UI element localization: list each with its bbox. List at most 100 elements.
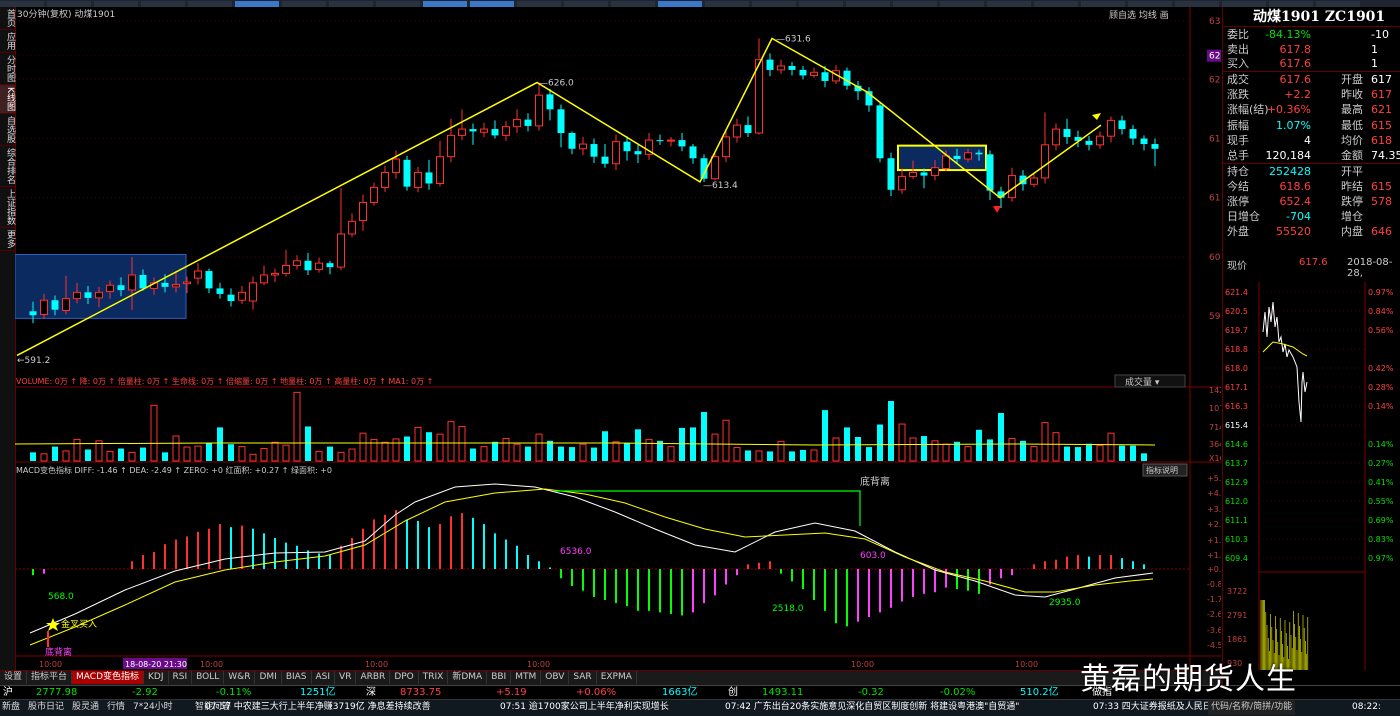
candle (601, 144, 609, 168)
news-menu-item[interactable]: 行情 (107, 700, 125, 715)
indicator-tab[interactable]: W&R (224, 671, 256, 684)
time-label: 18-08-20 21:30 (125, 660, 187, 669)
volume-bar (1130, 445, 1136, 461)
left-tab[interactable]: 综合排名 (0, 146, 15, 187)
sz-pct: +0.06% (576, 687, 617, 698)
code-search-input[interactable]: 代码/名称/简拼/功能 (1208, 700, 1296, 715)
candle (766, 53, 774, 77)
quote-value-2: 617 (1371, 88, 1392, 101)
quote-value-2: 646 (1371, 225, 1392, 238)
news-menu-item[interactable]: 7*24小时 (133, 700, 173, 715)
candle (788, 62, 796, 76)
volume-bar (832, 437, 840, 462)
news-headline[interactable]: 07:51 逾1700家公司上半年净利实现增长 (500, 700, 669, 715)
indicator-tab[interactable]: DMI (255, 671, 282, 684)
news-headline[interactable]: 07:57 中农建三大行上半年净赚3719亿 净息差持续改善 (205, 700, 431, 715)
volume-bar (381, 441, 389, 462)
candle (535, 82, 543, 131)
left-tab[interactable]: 分时图 (0, 53, 15, 85)
indicator-tab[interactable]: MACD变色指标 (72, 671, 145, 684)
candle-body (480, 128, 488, 133)
candle-body (546, 94, 554, 110)
candle-body (348, 220, 356, 235)
volume-bar (964, 446, 972, 462)
quote-row: 涨幅(结) +0.36% 最高 621 (1223, 102, 1400, 118)
left-tab[interactable]: 自选股 (0, 114, 15, 146)
quote-value-2: 615 (1371, 119, 1392, 132)
left-tab[interactable]: 更多 (0, 228, 15, 251)
indicator-tab[interactable]: RSI (169, 671, 193, 684)
volume-bar (458, 425, 466, 462)
volume-bar (844, 427, 850, 461)
candle-body (1107, 119, 1115, 137)
quote-row: 今结 618.6 昨结 615 (1223, 179, 1400, 195)
volume-bar (502, 437, 510, 462)
volume-bar (767, 451, 773, 461)
indicator-tab[interactable]: 新DMA (448, 671, 488, 684)
indicator-tab[interactable]: DPO (390, 671, 419, 684)
left-tab[interactable]: 应用 (0, 30, 15, 53)
indicator-tab[interactable]: EXPMA (597, 671, 637, 684)
indicator-tab[interactable]: SAR (569, 671, 597, 684)
indicator-tab[interactable]: BOLL (192, 671, 225, 684)
candle (568, 131, 576, 155)
volume-bar (745, 450, 751, 461)
candle (656, 134, 664, 145)
macd-tick: +1.92 (1207, 536, 1221, 545)
kline-chart-area: 30分钟(复权) 动煤1901 顾自选 均线 画 633.8 629.4 626.4 61… (15, 7, 1221, 670)
candle-body (161, 282, 169, 287)
news-menu-item[interactable]: 股市日记 (28, 700, 64, 715)
volume-bar (513, 443, 521, 462)
candle-body (579, 143, 587, 150)
candle (271, 268, 279, 283)
indicator-tab[interactable]: VR (335, 671, 357, 684)
macd-area-3: 2518.0 (772, 604, 804, 614)
mini-vol-tick: 1861 (1227, 635, 1247, 644)
macd-tick: +1.01 (1207, 551, 1221, 560)
quote-row: 现手 4 均价 618 (1223, 133, 1400, 149)
indicator-tab[interactable]: BIAS (282, 671, 312, 684)
candle-body (744, 125, 752, 134)
candle (348, 213, 356, 238)
sz-value: 8733.75 (400, 687, 442, 698)
sh-pct: -0.11% (216, 687, 252, 698)
news-menu-item[interactable]: 新盘 (2, 700, 20, 715)
left-tab[interactable]: 上证指数 (0, 187, 15, 228)
candle-body (315, 262, 323, 270)
quote-label: 涨幅(结) (1227, 103, 1269, 116)
quote-value-2: 578 (1371, 195, 1392, 208)
annotation-613: —613.4 (703, 181, 738, 191)
indicator-tab[interactable]: ARBR (356, 671, 391, 684)
left-tab[interactable]: K线图 (0, 85, 15, 114)
news-headline[interactable]: 07:42 广东出台20条实施意见深化自贸区制度创新 将建设粤港澳"自贸通" (725, 700, 1019, 715)
macd-tick: +4.72 (1207, 489, 1221, 498)
candle-body (425, 172, 433, 184)
indicator-tab[interactable]: ASI (312, 671, 336, 684)
candle (612, 134, 620, 171)
price-tick: 611.4 (1209, 194, 1221, 204)
candle-body (62, 298, 70, 311)
candle-body (986, 154, 994, 191)
volume-bar (1041, 422, 1049, 462)
macd-area-4: 2935.0 (1049, 598, 1081, 608)
indicator-tab[interactable]: OBV (541, 671, 570, 684)
candle-body (535, 94, 543, 127)
candle (678, 133, 686, 152)
indicator-tab[interactable]: 指标平台 (27, 671, 73, 684)
indicator-tab[interactable]: BBI (487, 671, 512, 684)
indicator-tab[interactable]: KDJ (144, 671, 169, 684)
left-tab[interactable]: 首页 (0, 7, 15, 30)
indicator-tab[interactable]: TRIX (419, 671, 449, 684)
candle (876, 101, 884, 163)
top-toolbar (0, 0, 1400, 7)
quote-label-2: 开盘 (1341, 73, 1363, 86)
volume-bar (282, 444, 290, 462)
news-headline[interactable]: 07:33 四大证券报纸及人民日 (1093, 700, 1212, 715)
divergence-bracket (555, 490, 861, 526)
news-menu-item[interactable]: 股灵通 (72, 700, 99, 715)
candle-body (128, 274, 136, 291)
indicator-tab[interactable]: 设置 (0, 671, 28, 684)
indicator-tab[interactable]: MTM (511, 671, 542, 684)
volume-bar (635, 429, 641, 461)
current-price-value: 617.6 (1299, 257, 1328, 268)
